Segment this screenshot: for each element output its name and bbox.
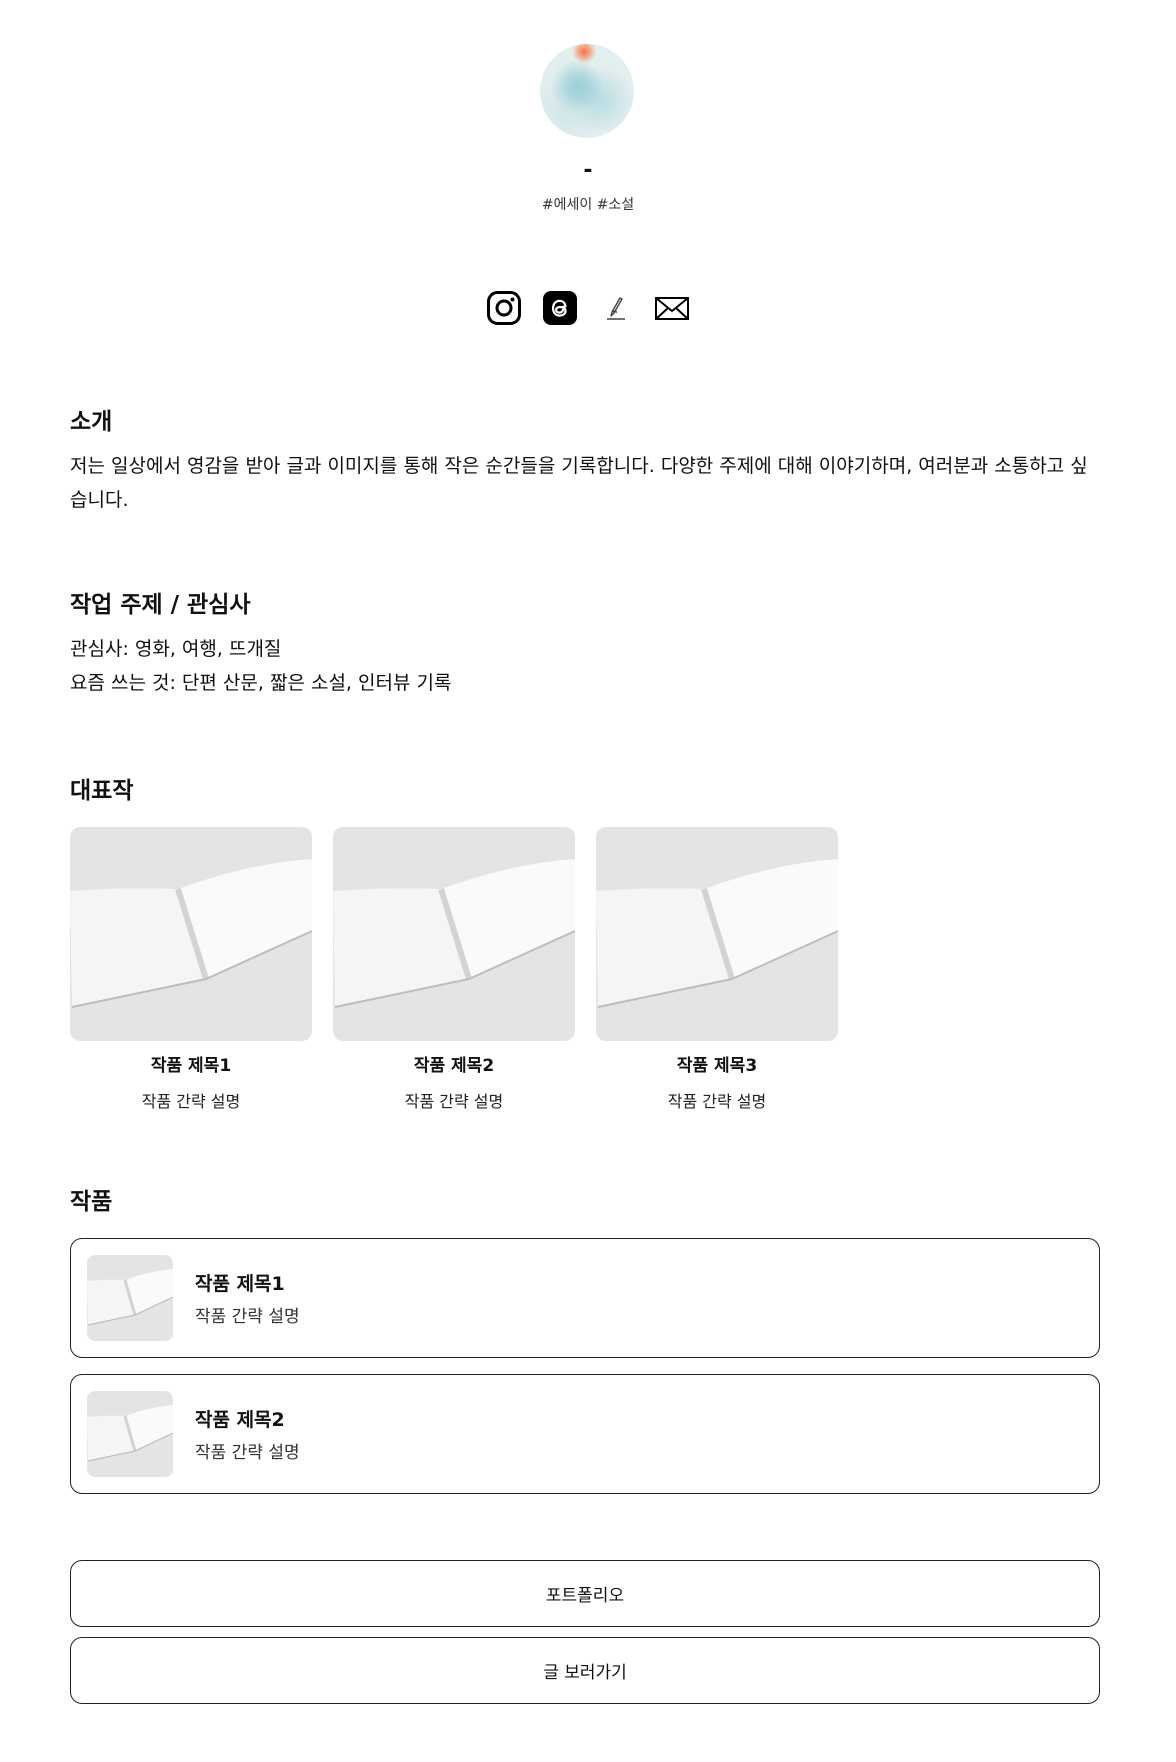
work-thumbnail [87,1391,173,1477]
intro-title: 소개 [70,409,113,435]
featured-desc-1: 작품 간략 설명 [141,1092,241,1111]
featured-title-3: 작품 제목3 [676,1056,758,1076]
work-text: 작품 제목1 작품 간략 설명 [195,1269,300,1327]
instagram-icon [487,291,521,325]
mail-link[interactable] [654,290,690,326]
topics-interests: 관심사: 영화, 여행, 뜨개질 [70,638,282,660]
work-title-1: 작품 제목1 [195,1273,285,1295]
featured-works: 작품 제목1 작품 간략 설명 작품 제목2 작품 간략 설명 작품 제목3 작… [70,827,838,1112]
mail-icon [655,297,689,320]
featured-title-2: 작품 제목2 [413,1056,495,1076]
featured-title: 대표작 [70,778,134,804]
intro-text: 저는 일상에서 영감을 받아 글과 이미지를 통해 작은 순간들을 기록합니다.… [70,455,1088,511]
featured-card-2[interactable]: 작품 제목2 작품 간략 설명 [333,827,575,1112]
work-text: 작품 제목2 작품 간략 설명 [195,1405,300,1463]
featured-thumbnail [596,827,838,1041]
featured-thumbnail [333,827,575,1041]
blog-link[interactable] [598,290,634,326]
work-desc-2: 작품 간략 설명 [195,1443,300,1463]
threads-icon [543,291,577,325]
profile-name: - [583,158,593,183]
featured-thumbnail [70,827,312,1041]
view-posts-button[interactable]: 글 보러가기 [70,1637,1100,1704]
featured-desc-3: 작품 간략 설명 [667,1092,767,1111]
avatar [540,44,634,138]
list-item[interactable]: 작품 제목1 작품 간략 설명 [70,1238,1100,1358]
topics-title: 작업 주제 / 관심사 [70,592,251,618]
pen-icon [607,297,625,320]
profile-page: - #에세이 #소설 소개 저는 일상에서 영감을 받아 글과 이미지를 통해 … [0,0,1176,1762]
instagram-link[interactable] [486,290,522,326]
featured-card-3[interactable]: 작품 제목3 작품 간략 설명 [596,827,838,1112]
featured-desc-2: 작품 간략 설명 [404,1092,504,1111]
portfolio-button[interactable]: 포트폴리오 [70,1560,1100,1627]
list-item[interactable]: 작품 제목2 작품 간략 설명 [70,1374,1100,1494]
topics-writing: 요즘 쓰는 것: 단편 산문, 짧은 소설, 인터뷰 기록 [70,672,452,694]
threads-link[interactable] [542,290,578,326]
work-thumbnail [87,1255,173,1341]
works-list: 작품 제목1 작품 간략 설명 작품 제목2 작품 간략 설명 [70,1238,1100,1510]
featured-card-1[interactable]: 작품 제목1 작품 간략 설명 [70,827,312,1112]
featured-title-1: 작품 제목1 [150,1056,232,1076]
work-desc-1: 작품 간략 설명 [195,1307,300,1327]
work-title-2: 작품 제목2 [195,1409,285,1431]
profile-tags: #에세이 #소설 [541,197,635,213]
social-links [0,290,1176,326]
works-title: 작품 [70,1189,113,1215]
